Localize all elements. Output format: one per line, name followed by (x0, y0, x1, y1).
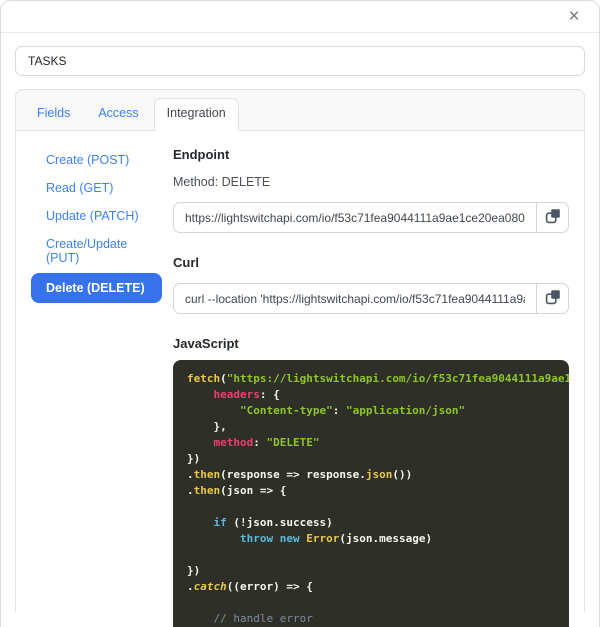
tab-card: Fields Access Integration Create (POST) … (15, 89, 585, 627)
endpoint-method: Method: DELETE (173, 175, 271, 189)
js-code: fetch("https://lightswitchapi.com/io/f53… (173, 360, 569, 627)
nav-item-create-post[interactable]: Create (POST) (31, 147, 162, 174)
tab-access[interactable]: Access (85, 98, 151, 130)
task-integration-modal: × Fields Access Integration Create (POST… (0, 0, 600, 627)
copy-endpoint-button[interactable] (536, 202, 569, 233)
curl-command-group (173, 283, 569, 314)
method-nav: Create (POST) Read (GET) Update (PATCH) … (31, 147, 162, 627)
task-name-input[interactable] (15, 46, 585, 76)
tab-strip: Fields Access Integration (16, 90, 584, 131)
endpoint-url-group (173, 202, 569, 233)
nav-item-update-patch[interactable]: Update (PATCH) (31, 203, 162, 230)
endpoint-url-input[interactable] (173, 202, 537, 233)
endpoint-heading: Endpoint (173, 147, 230, 162)
nav-item-delete[interactable]: Delete (DELETE) (31, 273, 162, 303)
copy-icon (545, 208, 561, 227)
curl-heading: Curl (173, 255, 199, 270)
close-icon[interactable]: × (561, 4, 587, 30)
tab-integration[interactable]: Integration (153, 98, 239, 131)
integration-panel: Create (POST) Read (GET) Update (PATCH) … (16, 131, 584, 627)
copy-curl-button[interactable] (536, 283, 569, 314)
modal-body: Fields Access Integration Create (POST) … (1, 33, 599, 627)
nav-item-read-get[interactable]: Read (GET) (31, 175, 162, 202)
tab-fields[interactable]: Fields (24, 98, 83, 130)
curl-command-input[interactable] (173, 283, 537, 314)
javascript-heading: JavaScript (173, 336, 239, 351)
nav-item-create-update-put[interactable]: Create/Update (PUT) (31, 231, 162, 272)
modal-header: × (1, 1, 599, 33)
copy-icon (545, 289, 561, 308)
integration-detail: Endpoint Method: DELETE https://lightswi… (173, 147, 569, 627)
